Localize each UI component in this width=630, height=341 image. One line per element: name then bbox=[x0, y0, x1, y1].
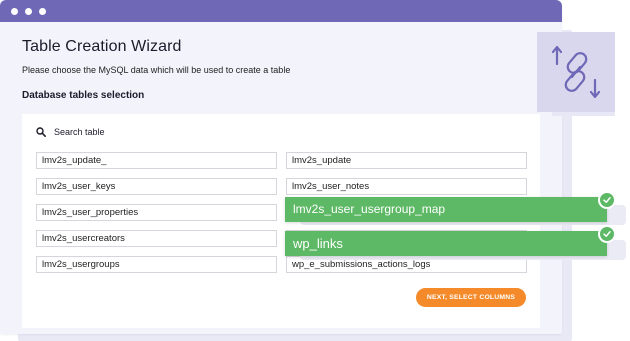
search-icon bbox=[36, 127, 46, 137]
selected-table-item[interactable]: wp_links bbox=[285, 231, 607, 256]
table-option[interactable]: lmv2s_user_keys bbox=[36, 178, 277, 195]
wizard-description: Please choose the MySQL data which will … bbox=[22, 65, 291, 75]
title-bar bbox=[0, 0, 562, 22]
search-label: Search table bbox=[54, 127, 105, 137]
table-option[interactable]: lmv2s_update bbox=[286, 152, 527, 169]
next-select-columns-button[interactable]: NEXT, SELECT COLUMNS bbox=[416, 288, 526, 307]
table-option[interactable]: lmv2s_usercreators bbox=[36, 230, 277, 247]
window-dot-icon[interactable] bbox=[25, 8, 32, 15]
table-option[interactable]: lmv2s_user_properties bbox=[36, 204, 277, 221]
check-icon bbox=[598, 225, 616, 243]
check-icon bbox=[598, 191, 616, 209]
search-table[interactable]: Search table bbox=[36, 124, 105, 140]
icon-box-shadow bbox=[552, 112, 615, 116]
window-dot-icon[interactable] bbox=[11, 8, 18, 15]
selected-table-label: wp_links bbox=[293, 236, 343, 251]
selected-table-label: lmv2s_user_usergroup_map bbox=[293, 202, 446, 216]
section-title: Database tables selection bbox=[22, 90, 145, 101]
window-dot-icon[interactable] bbox=[39, 8, 46, 15]
table-option[interactable]: lmv2s_user_notes bbox=[286, 178, 527, 195]
table-option[interactable]: lmv2s_usergroups bbox=[36, 256, 277, 273]
wizard-window: Table Creation Wizard Please choose the … bbox=[0, 0, 562, 334]
wizard-title: Table Creation Wizard bbox=[22, 38, 182, 55]
link-transfer-icon bbox=[537, 32, 615, 112]
table-option[interactable]: lmv2s_update_ bbox=[36, 152, 277, 169]
selected-table-item[interactable]: lmv2s_user_usergroup_map bbox=[285, 197, 607, 222]
